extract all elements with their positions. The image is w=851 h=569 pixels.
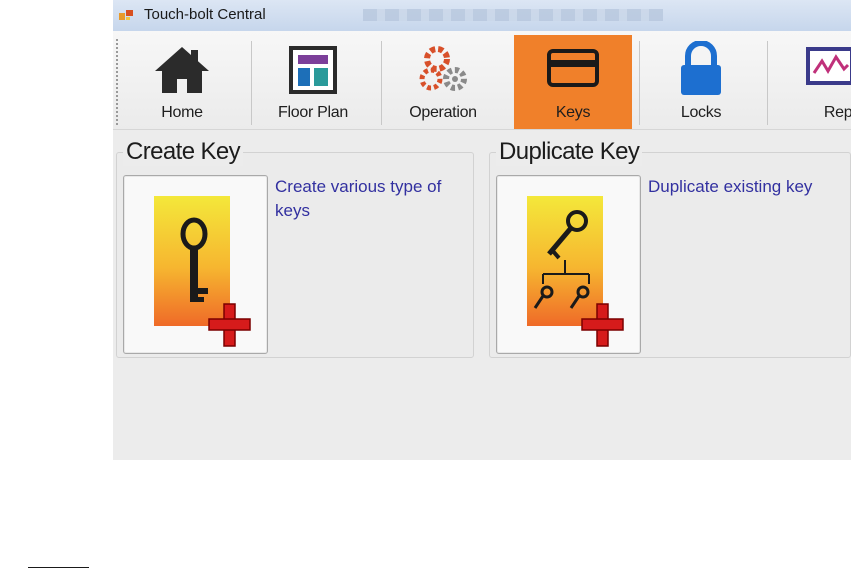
toolbar-separator [381,41,382,125]
duplicate-key-group: Duplicate Key Duplicate existing key [489,138,851,358]
main-toolbar: Home Floor Plan Operation Keys Locks Rep [113,31,851,130]
toolbar-separator [639,41,640,125]
floor-plan-icon [289,46,337,94]
gears-icon [419,46,467,91]
toolbar-operation-label: Operation [409,104,477,121]
create-key-title: Create Key [123,138,244,166]
toolbar-separator [767,41,768,125]
create-key-button[interactable] [123,175,268,354]
title-bar: Touch-bolt Central [113,0,851,32]
create-key-icon [154,196,251,347]
toolbar-separator [251,41,252,125]
toolbar-locks-button[interactable]: Locks [642,35,760,129]
toolbar-floor-plan-label: Floor Plan [278,104,348,121]
toolbar-report-button[interactable]: Report [770,35,851,129]
app-icon [119,10,133,20]
toolbar-keys-button[interactable]: Keys [514,35,632,129]
toolbar-keys-label: Keys [555,104,591,121]
app-window: Touch-bolt Central Home Floor Plan Opera… [113,0,851,460]
toolbar-report-label: Report [823,104,851,121]
duplicate-key-icon [527,196,624,347]
home-icon [155,47,209,93]
duplicate-key-title: Duplicate Key [496,138,643,166]
bottom-rule [28,567,89,568]
toolbar-locks-label: Locks [680,104,722,121]
report-chart-icon [806,47,851,85]
create-key-group: Create Key Create various type of keys [116,138,474,358]
duplicate-key-description: Duplicate existing key [648,177,813,196]
create-key-description: Create various type of keys [275,177,442,220]
toolbar-home-label: Home [161,104,203,121]
key-card-icon [547,49,599,87]
blurred-title-region [363,9,663,21]
toolbar-grip[interactable] [116,39,118,125]
duplicate-key-button[interactable] [496,175,641,354]
toolbar-operation-button[interactable]: Operation [384,35,502,129]
padlock-icon [681,41,721,95]
toolbar-home-button[interactable]: Home [123,35,241,129]
window-title: Touch-bolt Central [144,6,266,23]
toolbar-floor-plan-button[interactable]: Floor Plan [254,35,372,129]
